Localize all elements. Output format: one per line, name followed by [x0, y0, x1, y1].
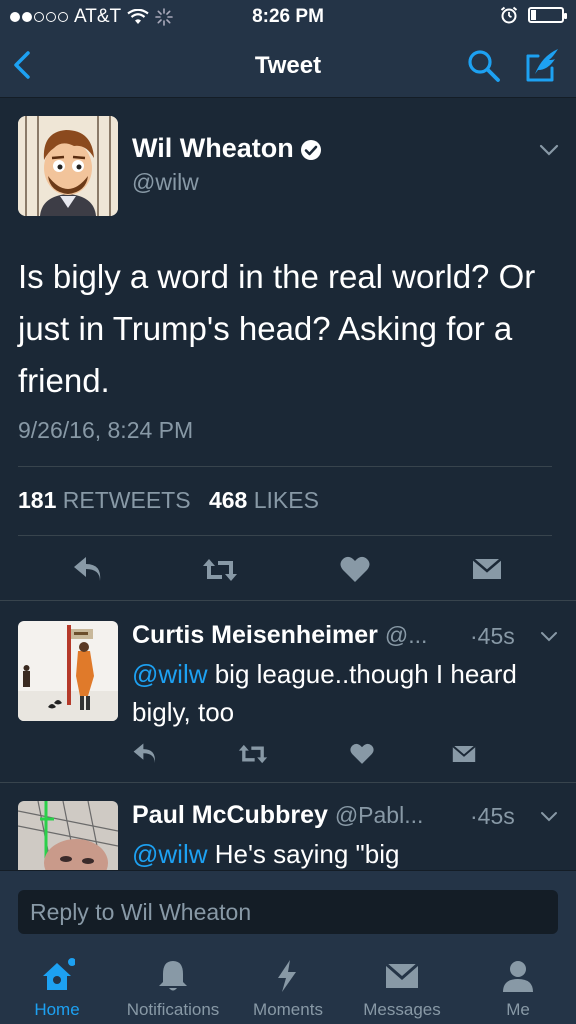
- envelope-icon: [385, 962, 419, 988]
- search-icon[interactable]: [466, 48, 502, 84]
- compose-tweet-icon[interactable]: [522, 46, 562, 84]
- tweet-stats: 181 RETWEETS 468 LIKES: [18, 487, 331, 514]
- reply-avatar-photo: [18, 621, 118, 721]
- tab-label: Messages: [363, 1000, 441, 1019]
- retweet-icon[interactable]: [238, 743, 268, 765]
- home-icon: [43, 958, 75, 990]
- tab-label: Notifications: [126, 1000, 220, 1019]
- tab-label: Moments: [253, 1000, 323, 1019]
- reply-author-name[interactable]: Paul McCubbrey: [132, 801, 328, 829]
- tweet-timestamp: 9/26/16, 8:24 PM: [18, 417, 194, 443]
- tab-home[interactable]: Home: [0, 950, 114, 1024]
- tab-notifications[interactable]: Notifications: [114, 950, 232, 1024]
- reply-author[interactable]: Paul McCubbrey @Pabl...: [132, 801, 423, 830]
- tab-moments[interactable]: Moments: [232, 950, 344, 1024]
- like-heart-icon[interactable]: [340, 555, 370, 583]
- mention-link[interactable]: @wilw: [132, 659, 208, 689]
- tab-messages[interactable]: Messages: [344, 950, 460, 1024]
- author-avatar-illustration: [18, 116, 118, 216]
- author-name[interactable]: Wil Wheaton: [132, 133, 322, 164]
- reply-text: @wilw He's saying "big: [132, 835, 552, 870]
- retweets-label[interactable]: RETWEETS: [63, 487, 191, 513]
- like-heart-icon[interactable]: [350, 742, 374, 765]
- chevron-down-icon[interactable]: [540, 631, 558, 643]
- likes-label[interactable]: LIKES: [254, 487, 319, 513]
- tweet-text: Is bigly a word in the real world? Or ju…: [18, 258, 536, 399]
- reply-tweet[interactable]: Paul McCubbrey @Pabl... ·45s @wilw He's …: [0, 783, 576, 870]
- direct-message-icon[interactable]: [452, 744, 476, 764]
- reply-composer-bar: [0, 870, 576, 950]
- person-icon: [503, 961, 533, 992]
- tweet-actions: [0, 551, 576, 591]
- reply-time: ·45s: [470, 623, 515, 649]
- tab-label: Home: [34, 1000, 80, 1019]
- avatar[interactable]: [18, 801, 118, 870]
- retweet-icon[interactable]: [202, 557, 238, 583]
- bell-icon: [159, 961, 187, 991]
- reply-icon[interactable]: [132, 743, 158, 765]
- reply-avatar-photo: [18, 801, 118, 870]
- divider: [18, 535, 552, 536]
- status-time: 8:26 PM: [252, 6, 324, 27]
- reply-author[interactable]: Curtis Meisenheimer @...: [132, 621, 427, 650]
- status-bar: AT&T 8:26 PM: [0, 0, 576, 34]
- tab-bar: Home Notifications Moments Messages Me: [0, 950, 576, 1024]
- chevron-down-icon[interactable]: [538, 143, 560, 157]
- reply-author-handle[interactable]: @...: [385, 622, 428, 648]
- alarm-icon: [500, 6, 518, 24]
- reply-body: He's saying "big: [207, 839, 400, 869]
- tab-me[interactable]: Me: [460, 950, 576, 1024]
- avatar[interactable]: [18, 116, 118, 216]
- reply-author-name[interactable]: Curtis Meisenheimer: [132, 621, 378, 649]
- focused-tweet: Wil Wheaton @wilw Is bigly a word in the…: [0, 99, 576, 599]
- verified-badge-icon: [300, 139, 321, 160]
- mention-link[interactable]: @wilw: [132, 839, 208, 869]
- reply-field-container[interactable]: [18, 890, 558, 934]
- navigation-bar: Tweet: [0, 34, 576, 98]
- direct-message-icon[interactable]: [472, 557, 502, 581]
- reply-time: ·45s: [470, 803, 515, 829]
- likes-count[interactable]: 468: [209, 487, 247, 513]
- battery-icon: [528, 7, 567, 23]
- avatar[interactable]: [18, 621, 118, 721]
- reply-author-handle[interactable]: @Pabl...: [335, 802, 424, 828]
- tab-label: Me: [506, 1000, 530, 1019]
- reply-text: @wilw big league..though I heard bigly, …: [132, 655, 552, 731]
- lightning-icon: [278, 960, 296, 992]
- reply-input[interactable]: [18, 890, 558, 934]
- chevron-down-icon[interactable]: [540, 811, 558, 823]
- author-name-text[interactable]: Wil Wheaton: [132, 133, 294, 163]
- divider: [18, 466, 552, 467]
- retweets-count[interactable]: 181: [18, 487, 56, 513]
- reply-icon[interactable]: [72, 557, 104, 583]
- reply-tweet[interactable]: Curtis Meisenheimer @... ·45s @wilw big …: [0, 601, 576, 781]
- author-handle[interactable]: @wilw: [132, 169, 199, 196]
